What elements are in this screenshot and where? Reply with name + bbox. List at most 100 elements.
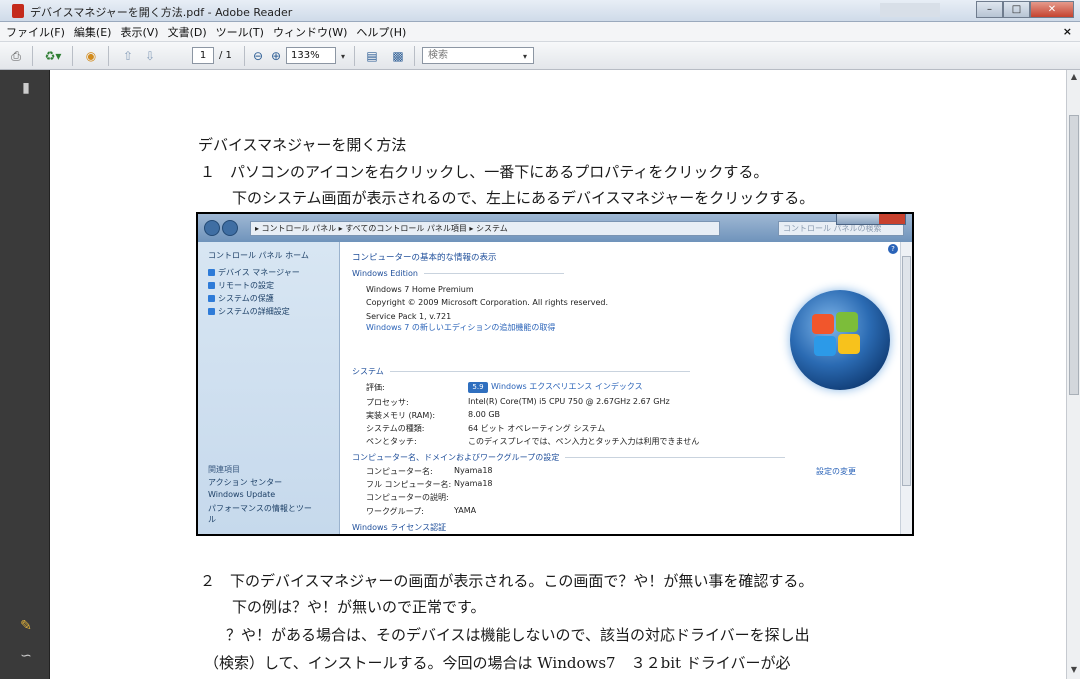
back-forward-icon [204,220,244,236]
system-info-title: コンピューターの基本的な情報の表示 [352,253,497,263]
explorer-main-pane: ? コンピューターの基本的な情報の表示 Windows Edition Wind… [340,242,900,534]
explorer-left-pane: コントロール パネル ホーム デバイス マネージャー リモートの設定 システムの… [198,242,340,534]
copyright-text: Copyright © 2009 Microsoft Corporation. … [366,298,609,307]
processor-value: Intel(R) Core(TM) i5 CPU 750 @ 2.67GHz 2… [468,397,670,406]
cp-home-link: コントロール パネル ホーム [208,251,309,260]
rating-label: 評価: [366,383,385,392]
device-manager-link: デバイス マネージャー [208,267,300,278]
attachment-icon[interactable]: ∽ [18,648,34,664]
ram-value: 8.00 GB [468,410,501,419]
toolbar-separator [108,46,109,66]
toolbar-separator [32,46,33,66]
comment-icon[interactable]: ✎ [18,618,34,634]
document-viewport: デバイスマネジャーを開く方法 １ パソコンのアイコンを右クリックし、一番下にある… [50,70,1066,679]
remote-settings-link: リモートの設定 [208,280,274,291]
vertical-scrollbar[interactable]: ▲ ▼ [1066,70,1080,679]
menu-document[interactable]: 文書(D) [168,24,207,40]
system-type-label: システムの種類: [366,424,425,433]
edition-heading: Windows Edition [352,269,564,278]
workgroup-label: ワークグループ: [366,507,424,516]
system-protection-link: システムの保護 [208,293,274,304]
menu-view[interactable]: 表示(V) [120,24,158,40]
search-input[interactable]: 検索 [422,47,534,64]
title-bar-ghost [880,3,940,17]
close-button[interactable]: ✕ [1030,1,1074,18]
windows-update-link: Windows Update [208,490,276,499]
step2-line2: 下の例は？や！が無いので正常です。 [232,598,486,616]
more-features-link: Windows 7 の新しいエディションの追加機能の取得 [366,323,556,332]
computer-name-value: Nyama18 [454,466,493,475]
menu-bar: ファイル(F) 編集(E) 表示(V) 文書(D) ツール(T) ウィンドウ(W… [0,22,1080,42]
minimize-button[interactable]: – [976,1,1003,18]
search-dropdown-icon[interactable]: ▾ [520,47,530,65]
windows-logo-icon [790,290,890,390]
shield-icon [208,308,215,315]
system-type-value: 64 ビット オペレーティング システム [468,424,606,433]
computer-description-label: コンピューターの説明: [366,493,449,502]
related-heading: 関連項目 [208,465,240,474]
step2-line3: ？や！がある場合は、そのデバイスは機能しないので、該当の対応ドライバーを探し出 [226,626,810,644]
help-icon: ? [888,244,898,254]
menu-window[interactable]: ウィンドウ(W) [273,24,347,40]
title-bar: デバイスマネジャーを開く方法.pdf - Adobe Reader – □ ✕ [0,0,1080,22]
collaborate-icon[interactable]: ◉ [80,47,102,65]
toolbar-separator [354,46,355,66]
menu-file[interactable]: ファイル(F) [6,24,65,40]
license-heading: Windows ライセンス認証 [352,523,447,532]
toolbar-separator [414,46,415,66]
adobe-reader-icon [12,4,24,18]
print-icon[interactable]: ⎙ [6,47,26,65]
window-title: デバイスマネジャーを開く方法.pdf - Adobe Reader [30,6,293,19]
performance-link-wrap: ル [208,515,216,524]
pdf-page: デバイスマネジャーを開く方法 １ パソコンのアイコンを右クリックし、一番下にある… [50,70,1066,679]
full-computer-name-label: フル コンピューター名: [366,480,452,489]
explorer-window-controls [836,214,906,225]
zoom-level-select[interactable]: 133% [286,47,336,64]
fit-width-icon[interactable]: ▩ [388,47,408,65]
explorer-path: ▸ コントロール パネル ▸ すべてのコントロール パネル項目 ▸ システム [250,221,720,236]
full-computer-name-value: Nyama18 [454,479,493,488]
pages-icon[interactable]: ▮ [18,80,34,96]
scrollbar-thumb[interactable] [1069,115,1079,395]
menu-help[interactable]: ヘルプ(H) [356,24,406,40]
menu-tools[interactable]: ツール(T) [216,24,264,40]
zoom-out-icon[interactable]: ⊖ [250,47,266,65]
next-page-icon[interactable]: ⇩ [140,47,160,65]
create-pdf-icon[interactable]: ♻▾ [40,47,66,65]
computer-name-heading: コンピューター名、ドメインおよびワークグループの設定 [352,452,786,463]
ram-label: 実装メモリ (RAM): [366,411,436,420]
step2-line1: ２ 下のデバイスマネジャーの画面が表示される。この画面で？や！が無い事を確認する… [200,572,814,590]
toolbar-separator [244,46,245,66]
service-pack: Service Pack 1, v.721 [366,312,452,321]
system-heading: システム [352,366,690,377]
performance-link: パフォーマンスの情報とツー [208,504,312,513]
rating-value: 5.9 Windows エクスペリエンス インデックス [468,381,643,393]
maximize-button[interactable]: □ [1003,1,1030,18]
document-heading: デバイスマネジャーを開く方法 [198,136,407,154]
step2-line4: （検索）して、インストールする。今回の場合は Windows7 ３２bit ドラ… [204,654,791,672]
page-number-input[interactable]: 1 [192,47,214,64]
close-document-button[interactable]: × [1063,25,1072,38]
step1-line1: １ パソコンのアイコンを右クリックし、一番下にあるプロパティをクリックする。 [200,163,769,181]
shield-icon [208,282,215,289]
change-settings-link: 設定の変更 [816,467,856,476]
fit-page-icon[interactable]: ▤ [362,47,382,65]
pen-touch-label: ペンとタッチ: [366,437,417,446]
toolbar: ⎙ ♻▾ ◉ ⇧ ⇩ 1 / 1 ⊖ ⊕ 133% ▾ ▤ ▩ 検索 ▾ [0,42,1080,70]
previous-page-icon[interactable]: ⇧ [118,47,138,65]
menu-edit[interactable]: 編集(E) [74,24,112,40]
explorer-scrollbar [900,242,912,534]
workgroup-value: YAMA [454,506,477,515]
scroll-down-icon[interactable]: ▼ [1067,665,1080,677]
toolbar-separator [72,46,73,66]
explorer-address-bar: ▸ コントロール パネル ▸ すべてのコントロール パネル項目 ▸ システム コ… [198,214,912,242]
action-center-link: アクション センター [208,478,283,487]
zoom-dropdown-icon[interactable]: ▾ [338,47,348,65]
navigation-pane: ▮ ✎ ∽ [0,70,50,679]
rating-badge: 5.9 [468,382,488,393]
step1-line2: 下のシステム画面が表示されるので、左上にあるデバイスマネジャーをクリックする。 [232,189,815,207]
shield-icon [208,269,215,276]
edition-name: Windows 7 Home Premium [366,285,474,294]
zoom-in-icon[interactable]: ⊕ [268,47,284,65]
scroll-up-icon[interactable]: ▲ [1067,72,1080,84]
